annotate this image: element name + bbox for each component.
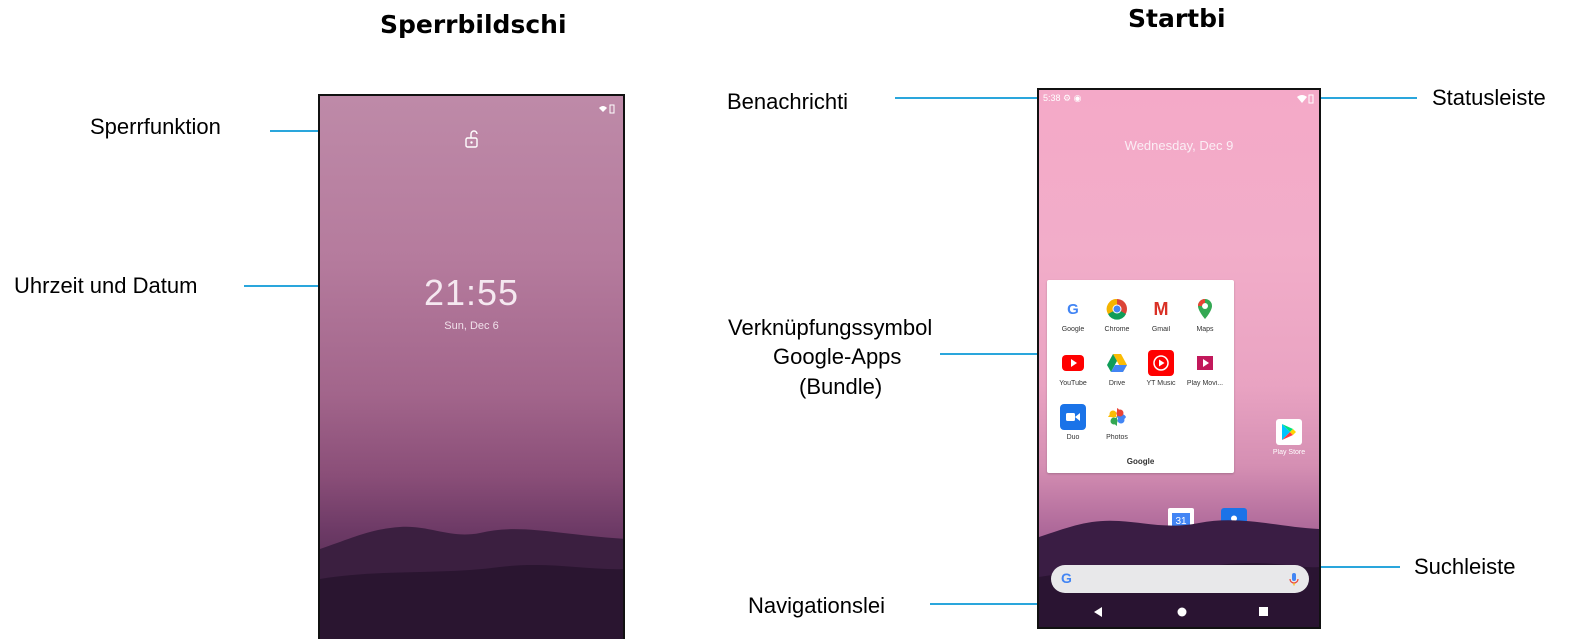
lock-screen-title: Sperrbildschi — [380, 10, 567, 39]
play-movies-icon — [1192, 350, 1218, 376]
search-bar[interactable]: G — [1051, 565, 1309, 593]
gmail-icon: M — [1153, 298, 1169, 319]
callout-search-bar-label: Suchleiste — [1414, 554, 1516, 579]
yt-music-icon — [1148, 350, 1174, 376]
home-icon[interactable] — [1177, 607, 1187, 617]
callout-google-apps-label-2: Google-Apps — [773, 344, 902, 369]
duo-icon — [1060, 404, 1086, 430]
callout-notifications-label: Benachrichti — [727, 89, 849, 114]
navigation-bar — [1039, 597, 1319, 627]
app-maps[interactable]: Maps — [1183, 296, 1227, 333]
status-bar: 5:38 ⚙ ◉ — [1043, 93, 1082, 104]
callout-navigation-bar-label: Navigationslei — [748, 593, 885, 618]
photos-icon — [1104, 404, 1130, 430]
wifi-battery-icons — [1297, 94, 1314, 104]
back-icon[interactable] — [1094, 607, 1103, 617]
lock-date: Sun, Dec 6 — [444, 320, 499, 332]
app-gmail[interactable]: M Gmail — [1139, 296, 1183, 334]
status-time: 5:38 — [1043, 93, 1061, 103]
google-icon: G — [1067, 300, 1079, 318]
lock-screen-phone: 21:55 Sun, Dec 6 — [318, 94, 625, 639]
app-duo[interactable]: Duo — [1051, 404, 1095, 441]
home-screen-phone: 5:38 ⚙ ◉ Wednesday, Dec 9 G Google Chrom… — [1037, 88, 1321, 629]
app-yt-music[interactable]: YT Music — [1139, 350, 1183, 387]
callout-google-apps-label-1: Verknüpfungssymbol — [728, 315, 933, 340]
app-play-store[interactable]: Play Store — [1267, 419, 1311, 456]
status-icons — [599, 104, 615, 114]
maps-icon — [1192, 296, 1218, 322]
home-date: Wednesday, Dec 9 — [1124, 138, 1234, 153]
callout-google-apps-line — [940, 353, 1043, 355]
lock-clock: 21:55 — [423, 272, 520, 313]
google-logo-icon: G — [1061, 570, 1072, 586]
app-google[interactable]: G Google — [1051, 296, 1095, 334]
callout-lock-label: Sperrfunktion — [90, 114, 221, 139]
sync-notification-icon: ◉ — [1073, 93, 1082, 103]
app-photos[interactable]: Photos — [1095, 404, 1139, 441]
callout-time-date-label: Uhrzeit und Datum — [14, 273, 198, 298]
callout-google-apps-label-3: (Bundle) — [799, 374, 883, 399]
home-screen-title: Startbi — [1128, 4, 1226, 33]
settings-notification-icon: ⚙ — [1063, 93, 1072, 103]
mountain-silhouette — [320, 526, 623, 639]
google-apps-folder[interactable]: G Google Chrome M Gmail Maps YouTube Dri… — [1047, 280, 1234, 473]
app-chrome[interactable]: Chrome — [1095, 296, 1139, 333]
app-youtube[interactable]: YouTube — [1051, 350, 1095, 387]
app-drive[interactable]: Drive — [1095, 350, 1139, 387]
callout-status-bar-label: Statusleiste — [1432, 85, 1546, 110]
unlock-icon[interactable] — [464, 130, 480, 148]
recents-icon[interactable] — [1259, 607, 1268, 616]
play-store-icon — [1276, 419, 1302, 445]
app-play-movies[interactable]: Play Movi... — [1183, 350, 1227, 387]
callout-notifications-line — [895, 97, 1040, 99]
microphone-icon[interactable] — [1289, 572, 1299, 586]
chrome-icon — [1104, 296, 1130, 322]
drive-icon — [1104, 350, 1130, 376]
youtube-icon — [1060, 350, 1086, 376]
folder-name: Google — [1126, 457, 1155, 466]
